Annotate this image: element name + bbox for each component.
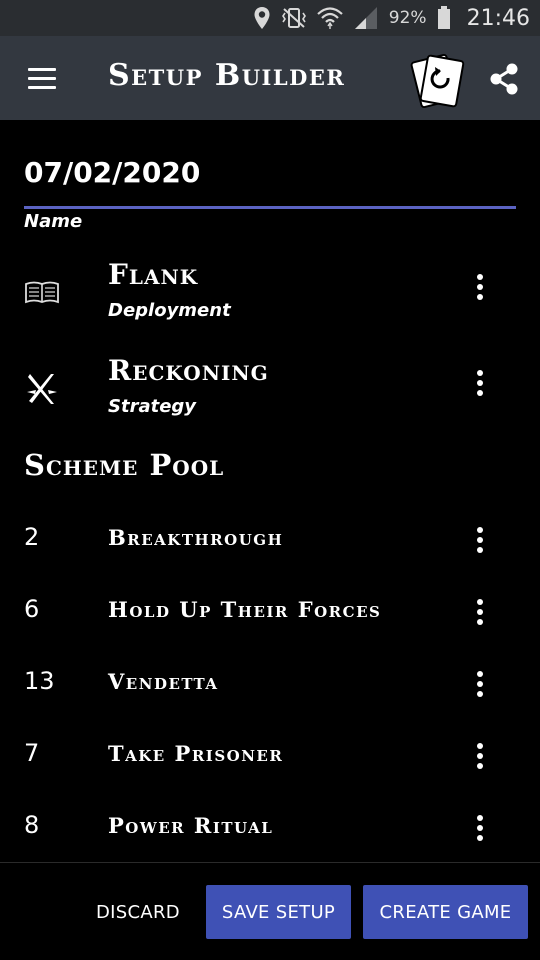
scheme-pool-heading: Scheme Pool: [24, 448, 225, 482]
save-setup-button[interactable]: SAVE SETUP: [206, 885, 351, 939]
name-input-underline: [24, 206, 516, 209]
crossed-swords-icon: [24, 370, 60, 406]
signal-icon: [353, 6, 379, 30]
scheme-name: Breakthrough: [108, 525, 284, 550]
scheme-item[interactable]: 6 Hold Up Their Forces: [0, 575, 540, 647]
battery-icon: [437, 6, 451, 30]
location-icon: [253, 6, 271, 30]
status-bar: 92% 21:46: [0, 0, 540, 36]
scheme-name: Take Prisoner: [108, 741, 284, 766]
scheme-number: 2: [24, 523, 40, 551]
scheme-number: 7: [24, 739, 40, 767]
status-clock: 21:46: [466, 5, 530, 31]
bottom-divider: [0, 862, 540, 863]
strategy-more-icon[interactable]: [470, 368, 490, 398]
status-icons: 92% 21:46: [253, 0, 530, 36]
scheme-more-icon[interactable]: [470, 813, 490, 843]
create-game-button[interactable]: CREATE GAME: [363, 885, 528, 939]
scheme-more-icon[interactable]: [470, 669, 490, 699]
scheme-name: Power Ritual: [108, 813, 274, 838]
scheme-number: 6: [24, 595, 40, 623]
deployment-more-icon[interactable]: [470, 272, 490, 302]
name-label: Name: [24, 211, 83, 232]
scheme-name: Hold Up Their Forces: [108, 597, 382, 622]
deployment-title: Flank: [108, 258, 199, 291]
share-icon[interactable]: [488, 62, 520, 96]
wifi-icon: [317, 6, 343, 30]
scheme-number: 8: [24, 811, 40, 839]
vibrate-icon: [281, 7, 307, 29]
app-bar: Setup Builder: [0, 36, 540, 120]
strategy-label: Strategy: [108, 396, 197, 417]
scheme-name: Vendetta: [108, 669, 219, 694]
scheme-item[interactable]: 13 Vendetta: [0, 647, 540, 719]
scheme-item[interactable]: 7 Take Prisoner: [0, 719, 540, 791]
discard-button[interactable]: DISCARD: [84, 885, 192, 939]
deployment-label: Deployment: [108, 300, 231, 321]
menu-icon[interactable]: [28, 68, 56, 90]
strategy-row[interactable]: Reckoning Strategy: [0, 348, 540, 434]
deployment-row[interactable]: Flank Deployment: [0, 252, 540, 338]
scheme-number: 13: [24, 667, 55, 695]
name-input[interactable]: 07/02/2020: [24, 156, 200, 189]
scheme-item[interactable]: 2 Breakthrough: [0, 503, 540, 575]
scheme-more-icon[interactable]: [470, 525, 490, 555]
scheme-more-icon[interactable]: [470, 597, 490, 627]
book-icon: [24, 274, 60, 310]
battery-percent: 92%: [388, 8, 427, 28]
app-title: Setup Builder: [108, 58, 346, 93]
strategy-title: Reckoning: [108, 354, 269, 387]
scheme-more-icon[interactable]: [470, 741, 490, 771]
cards-reset-icon[interactable]: [410, 52, 466, 109]
scheme-item[interactable]: 8 Power Ritual: [0, 791, 540, 863]
